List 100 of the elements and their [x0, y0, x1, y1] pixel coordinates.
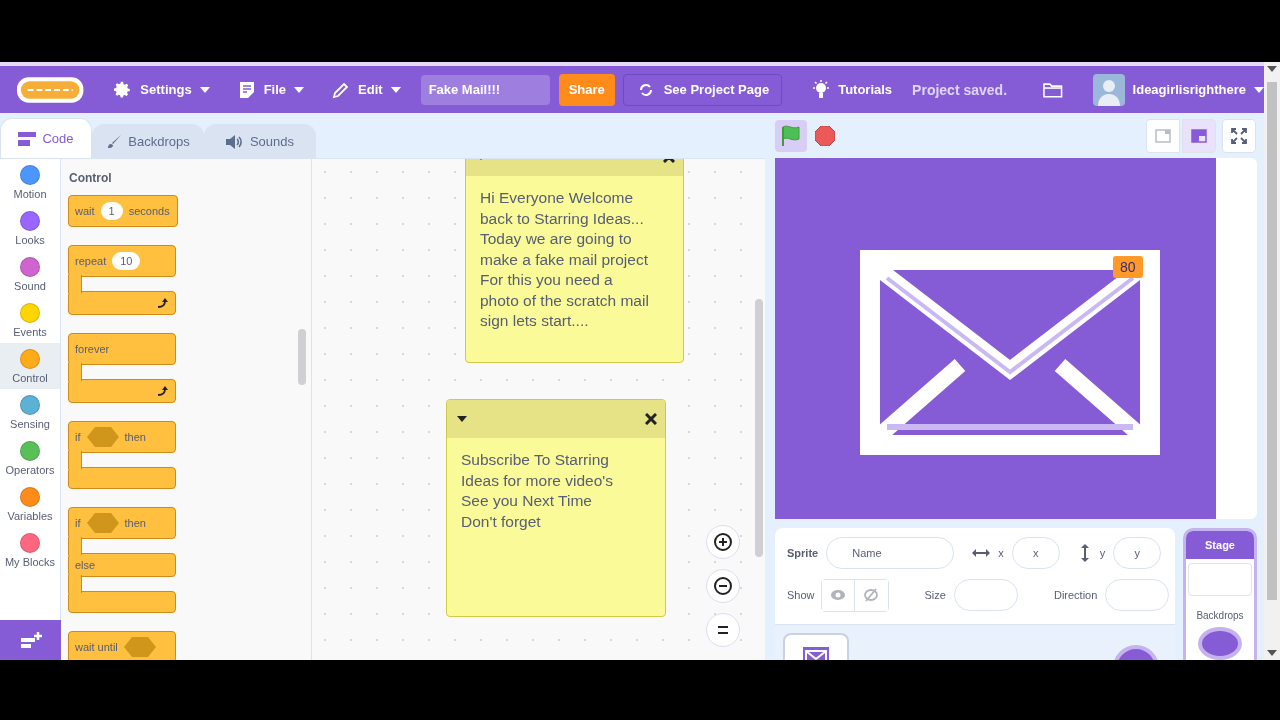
category-item[interactable]: Sensing: [0, 389, 60, 435]
stage-selector[interactable]: Stage Backdrops: [1183, 528, 1257, 660]
caret-icon: [294, 86, 305, 93]
category-item[interactable]: Variables: [0, 481, 60, 527]
block-label: then: [124, 517, 146, 529]
block-label: then: [124, 431, 146, 443]
category-item[interactable]: Sound: [0, 251, 60, 297]
caret-icon: [457, 416, 467, 422]
note-text[interactable]: Subscribe To Starring Ideas for more video's See you Next Time Don't forget: [447, 438, 665, 544]
fullscreen-button[interactable]: [1222, 118, 1256, 153]
zoom-in-button[interactable]: [706, 525, 740, 559]
y-label: y: [1099, 547, 1106, 559]
number-input[interactable]: 10: [112, 252, 141, 270]
sprite-name-field[interactable]: Name: [826, 537, 955, 569]
y-field[interactable]: y: [1113, 537, 1162, 569]
vertical-arrows-icon: [1079, 544, 1090, 562]
close-icon[interactable]: [645, 413, 657, 425]
zoom-in-icon: [713, 532, 733, 552]
editor-tab[interactable]: Code: [0, 118, 92, 158]
count-badge: 80: [1113, 256, 1143, 278]
block-label: repeat: [75, 255, 107, 267]
eye-icon: [829, 589, 846, 601]
direction-field[interactable]: [1105, 579, 1170, 611]
editor-tab[interactable]: Backdrops: [92, 124, 204, 158]
comment-note[interactable]: Subscribe To Starring Ideas for more video's See you Next Time Don't forget: [446, 399, 666, 617]
tutorials-link[interactable]: Tutorials: [812, 79, 893, 100]
editor-tab[interactable]: Sounds: [204, 124, 316, 158]
x-field[interactable]: x: [1011, 537, 1060, 569]
menu-item[interactable]: File: [237, 80, 305, 99]
category-item[interactable]: Operators: [0, 435, 60, 481]
category-item[interactable]: My Blocks: [0, 527, 60, 573]
block-top[interactable]: forever: [68, 333, 176, 365]
stage-title: Stage: [1186, 531, 1254, 559]
block-label: seconds: [128, 205, 170, 217]
category-item[interactable]: Control: [0, 343, 60, 389]
stop-icon: [815, 125, 835, 146]
loop-arrow-icon: [157, 386, 169, 396]
category-item[interactable]: Events: [0, 297, 60, 343]
loop-arrow-icon: [157, 298, 169, 308]
block-label: if: [75, 431, 81, 443]
category-title: Control: [69, 171, 113, 185]
folder-icon[interactable]: [1043, 81, 1063, 98]
note-text[interactable]: Hi Everyone Welcome back to Starring Ideas... Today we are going to make a fake mail project For this you need a photo of the scratch mail sign lets start....: [466, 176, 683, 344]
category-item[interactable]: Motion: [0, 159, 60, 205]
hidden-eye-icon: [863, 587, 880, 603]
add-extension-button[interactable]: [0, 620, 61, 660]
caret-icon: [1267, 66, 1277, 72]
flag-icon: [781, 124, 801, 147]
fullscreen-icon: [1231, 127, 1247, 144]
zoom-reset-button[interactable]: [706, 613, 740, 647]
block-label: if: [75, 517, 81, 529]
size-field[interactable]: [953, 579, 1018, 611]
show-label: Show: [787, 589, 815, 601]
zoom-out-button[interactable]: [706, 569, 740, 603]
avatar: [1092, 73, 1125, 106]
brush-icon: [106, 133, 123, 150]
small-stage-icon: [1155, 128, 1171, 143]
scrollbar-thumb[interactable]: [298, 329, 306, 385]
caret-icon: [390, 86, 401, 93]
lightbulb-icon: [812, 79, 831, 100]
settings-icon: [114, 80, 133, 99]
menu-item[interactable]: Edit: [332, 80, 401, 99]
add-backdrop-button[interactable]: [1198, 626, 1242, 660]
project-title-field[interactable]: Fake Mail!!!: [420, 74, 550, 105]
block-top[interactable]: if then: [68, 507, 176, 539]
normal-stage-icon: [1191, 128, 1207, 143]
caret-icon: [199, 86, 210, 93]
block-label: wait: [75, 205, 95, 217]
scrollbar-thumb[interactable]: [1267, 82, 1277, 600]
account-menu[interactable]: Ideagirlisrighthere: [1092, 73, 1264, 106]
file-icon: [237, 80, 256, 99]
block-top[interactable]: repeat 10: [68, 245, 176, 277]
see-project-page-button[interactable]: See Project Page: [622, 73, 783, 106]
menu-item[interactable]: Settings: [114, 80, 210, 99]
swap-icon: [637, 81, 654, 98]
caret-icon: [1254, 86, 1264, 93]
comment-note[interactable]: Hi Everyone Welcome back to Starring Ideas... Today we are going to make a fake mail project For this you need a photo of the scratch mail sign lets start....: [465, 159, 684, 363]
command-block[interactable]: wait until: [68, 631, 176, 660]
run-button[interactable]: [775, 119, 807, 152]
blocks-icon: [18, 131, 37, 146]
backdrop-thumbnail: [1188, 563, 1252, 596]
equals-icon: [717, 626, 729, 634]
block-top[interactable]: if then: [68, 421, 176, 453]
number-input[interactable]: 1: [100, 202, 123, 220]
block-label: forever: [75, 343, 110, 355]
speaker-icon: [225, 134, 244, 149]
stage[interactable]: 80: [775, 158, 1216, 519]
logo[interactable]: [16, 74, 85, 105]
x-label: x: [998, 547, 1004, 559]
save-status: Project saved.: [912, 81, 1008, 98]
zoom-out-icon: [713, 576, 733, 596]
pencil-icon: [332, 80, 351, 99]
stage-size-button[interactable]: [1182, 118, 1216, 153]
caret-icon: [1267, 650, 1277, 656]
category-item[interactable]: Looks: [0, 205, 60, 251]
scrollbar-thumb[interactable]: [755, 299, 763, 557]
block-label: else: [75, 559, 96, 571]
backdrops-label: Backdrops: [1196, 609, 1244, 621]
block-label: wait until: [75, 641, 118, 653]
command-block[interactable]: wait 1 seconds: [68, 195, 178, 227]
